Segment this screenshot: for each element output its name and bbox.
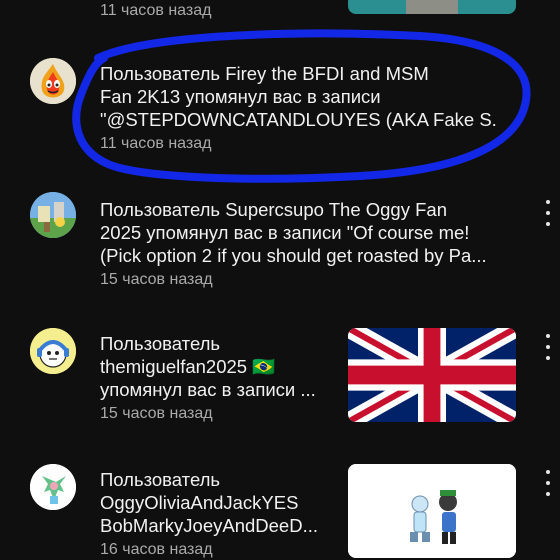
notification-time: 11 часов назад bbox=[100, 2, 212, 19]
more-options-icon[interactable] bbox=[542, 470, 554, 496]
notification-line: Пользователь bbox=[100, 333, 221, 354]
notification-line: "@STEPDOWNCATANDLOUYES (AKA Fake S. bbox=[100, 109, 497, 130]
notification-text: Пользователь Supercsupo The Oggy Fan 202… bbox=[100, 198, 518, 291]
notification-line: BobMarkyJoeyAndDeeD... bbox=[100, 515, 318, 536]
avatar[interactable] bbox=[30, 58, 76, 104]
notification-line: Пользователь Firey the BFDI and MSM bbox=[100, 63, 429, 84]
firey-avatar-icon bbox=[30, 58, 76, 104]
notification-thumbnail[interactable] bbox=[348, 464, 516, 558]
notification-line: 2025 упомянул вас в записи "Of course me… bbox=[100, 222, 470, 243]
notification-line: упомянул вас в записи ... bbox=[100, 379, 316, 400]
supercsupo-avatar-icon bbox=[30, 192, 76, 238]
notification-time: 15 часов назад bbox=[100, 271, 213, 288]
avatar[interactable] bbox=[30, 464, 76, 510]
notification-thumbnail[interactable] bbox=[348, 328, 516, 422]
notification-thumbnail[interactable] bbox=[348, 0, 516, 14]
notification-line: Fan 2K13 упомянул вас в записи bbox=[100, 86, 381, 107]
notification-text: Пользователь OggyOliviaAndJackYES BobMar… bbox=[100, 468, 336, 560]
union-jack-flag-icon bbox=[348, 328, 516, 422]
avatar[interactable] bbox=[30, 192, 76, 238]
themiguelfan-avatar-icon bbox=[30, 328, 76, 374]
notification-time: 15 часов назад bbox=[100, 405, 213, 422]
notification-time: 16 часов назад bbox=[100, 541, 213, 558]
notification-line: Пользователь Supercsupo The Oggy Fan bbox=[100, 199, 447, 220]
notification-text: Пользователь themiguelfan2025 🇧🇷 упомяну… bbox=[100, 332, 336, 425]
notifications-screen: 11 часов назад Пользователь Firey the BF… bbox=[0, 0, 560, 560]
notification-line: OggyOliviaAndJackYES bbox=[100, 492, 299, 513]
avatar[interactable] bbox=[30, 328, 76, 374]
thumbnail-drawing bbox=[348, 464, 516, 558]
notification-line: Пользователь bbox=[100, 469, 221, 490]
notification-text: Пользователь Firey the BFDI and MSM Fan … bbox=[100, 62, 505, 155]
notification-time: 11 часов назад bbox=[100, 135, 212, 152]
more-options-icon[interactable] bbox=[542, 334, 554, 360]
more-options-icon[interactable] bbox=[542, 200, 554, 226]
notification-line: (Pick option 2 if you should get roasted… bbox=[100, 245, 487, 266]
oggyolivia-avatar-icon bbox=[30, 464, 76, 510]
notification-line: themiguelfan2025 🇧🇷 bbox=[100, 356, 276, 377]
thumbnail-image bbox=[406, 0, 458, 14]
